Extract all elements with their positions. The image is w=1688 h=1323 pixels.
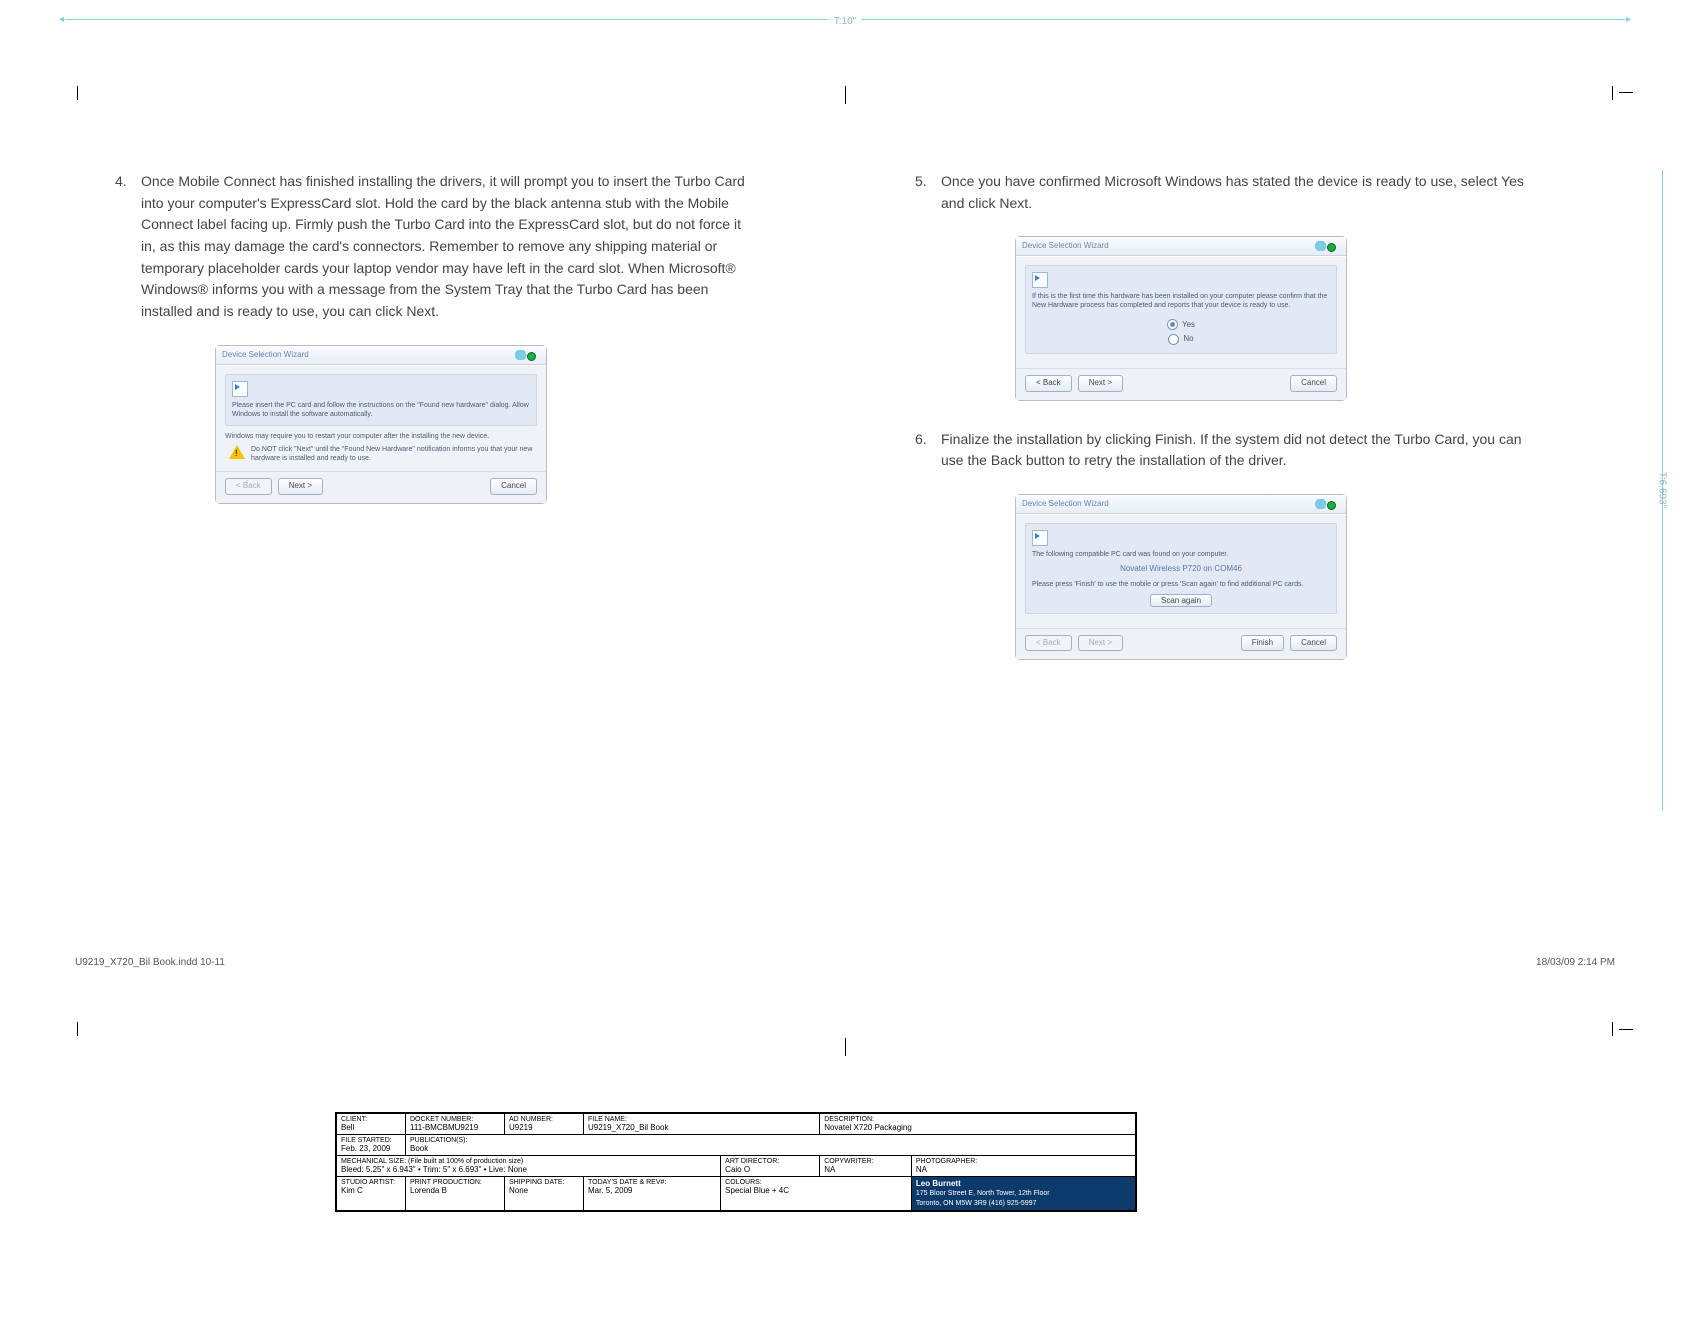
registration-mark [845, 86, 846, 104]
step-number: 6. [915, 429, 927, 451]
wizard-screenshot-1: Device Selection Wizard Please insert th… [215, 345, 547, 504]
registration-mark [845, 1038, 846, 1056]
radio-yes-label: Yes [1182, 319, 1195, 331]
bell-logo-icon [1314, 241, 1336, 251]
wizard-title: Device Selection Wizard [222, 349, 514, 361]
step-text: Finalize the installation by clicking Fi… [941, 431, 1522, 469]
device-icon [1032, 272, 1048, 288]
arrow-left-icon: ◂ [59, 14, 64, 25]
indesign-footer: U9219_X720_Bil Book.indd 10-11 18/03/09 … [65, 957, 1625, 968]
step-5: 5. Once you have confirmed Microsoft Win… [915, 171, 1545, 401]
wizard-text: Please press 'Finish' to use the mobile … [1032, 580, 1330, 589]
crop-mark [63, 1022, 78, 1036]
arrow-right-icon: ▸ [1626, 14, 1631, 25]
detected-device: Novatel Wireless P720 on COM46 [1032, 563, 1330, 575]
production-slug: CLIENT:Bell DOCKET NUMBER:111-BMCBMU9219… [335, 1112, 1137, 1212]
bell-logo-icon [1314, 499, 1336, 509]
wizard-text: If this is the first time this hardware … [1032, 292, 1330, 310]
wizard-text: The following compatible PC card was fou… [1032, 550, 1330, 559]
wizard-warning-text: Do NOT click "Next" until the "Found New… [251, 445, 537, 463]
agency-name: Leo Burnett [916, 1179, 961, 1188]
back-button[interactable]: < Back [1025, 375, 1072, 391]
cancel-button[interactable]: Cancel [490, 478, 537, 494]
wizard-title: Device Selection Wizard [1022, 240, 1314, 252]
wizard-screenshot-2: Device Selection Wizard If this is the f… [1015, 236, 1347, 400]
device-icon [232, 381, 248, 397]
cancel-button[interactable]: Cancel [1290, 375, 1337, 391]
trim-width-label: T:10" [828, 16, 862, 27]
scan-again-button[interactable]: Scan again [1150, 594, 1212, 607]
cancel-button[interactable]: Cancel [1290, 635, 1337, 651]
trim-height-label: T:6.693" [1656, 472, 1667, 508]
crop-mark [1619, 1029, 1633, 1044]
step-number: 4. [115, 171, 127, 193]
radio-no[interactable] [1168, 334, 1179, 345]
step-number: 5. [915, 171, 927, 193]
step-6: 6. Finalize the installation by clicking… [915, 429, 1545, 661]
next-button[interactable]: Next > [1078, 375, 1123, 391]
bell-logo-icon [514, 350, 536, 360]
crop-mark [1619, 78, 1633, 93]
wizard-text: Please insert the PC card and follow the… [232, 401, 530, 419]
device-icon [1032, 530, 1048, 546]
finish-button[interactable]: Finish [1241, 635, 1284, 651]
radio-yes[interactable] [1167, 319, 1178, 330]
warning-icon [229, 445, 245, 459]
back-button[interactable]: < Back [1025, 635, 1072, 651]
next-button[interactable]: Next > [278, 478, 323, 494]
step-text: Once Mobile Connect has finished install… [141, 173, 745, 319]
next-button[interactable]: Next > [1078, 635, 1123, 651]
radio-no-label: No [1183, 333, 1193, 345]
back-button[interactable]: < Back [225, 478, 272, 494]
step-text: Once you have confirmed Microsoft Window… [941, 173, 1524, 211]
indd-timestamp: 18/03/09 2:14 PM [1536, 957, 1615, 968]
wizard-text: Windows may require you to restart your … [225, 432, 537, 441]
wizard-title: Device Selection Wizard [1022, 498, 1314, 510]
crop-mark [63, 86, 78, 100]
wizard-screenshot-3: Device Selection Wizard The following co… [1015, 494, 1347, 660]
indd-file-tag: U9219_X720_Bil Book.indd 10-11 [75, 957, 225, 968]
step-4: 4. Once Mobile Connect has finished inst… [115, 171, 745, 504]
